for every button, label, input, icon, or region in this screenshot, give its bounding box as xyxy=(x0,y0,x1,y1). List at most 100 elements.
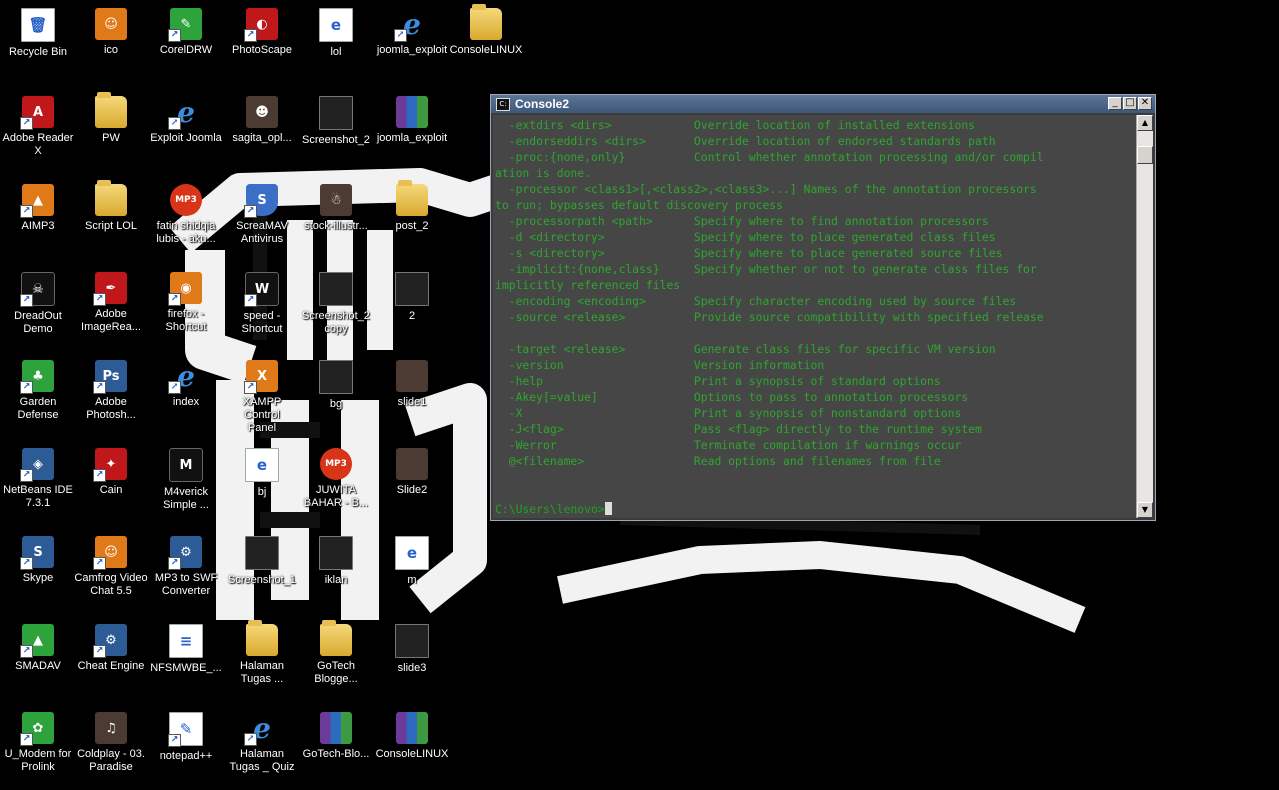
console-window[interactable]: C: Console2 _ □ ✕ -extdirs <dirs> Overri… xyxy=(490,94,1156,521)
desktop-icon[interactable]: ☺ ↗ Camfrog Video Chat 5.5 xyxy=(73,530,149,614)
desktop-icon[interactable]: MP3 fatin shidqia lubis - aku... xyxy=(148,178,224,262)
desktop-icon[interactable]: ◉ ↗ firefox - Shortcut xyxy=(148,266,224,350)
desktop-icon[interactable]: ▲ ↗ SMADAV xyxy=(0,618,76,702)
desktop-icon[interactable]: S ↗ Skype xyxy=(0,530,76,614)
ico-icon: ☺ xyxy=(95,8,127,40)
ie-link-icon: e ↗ xyxy=(168,96,202,130)
desktop-icon[interactable]: PW xyxy=(73,90,149,174)
maximize-button[interactable]: □ xyxy=(1123,97,1137,110)
html-file-icon: e xyxy=(395,536,429,570)
image-file-icon: ☃ xyxy=(320,184,352,216)
desktop-icon-label: SMADAV xyxy=(15,660,61,672)
desktop-icon[interactable]: e lol xyxy=(298,2,374,86)
scroll-thumb[interactable] xyxy=(1137,146,1153,164)
desktop-icon[interactable]: ✎ ↗ notepad++ xyxy=(148,706,224,790)
desktop-icon[interactable]: joomla_exploit xyxy=(374,90,450,174)
console-titlebar[interactable]: C: Console2 _ □ ✕ xyxy=(491,95,1155,113)
desktop-icon[interactable]: 🗑 Recycle Bin xyxy=(0,2,76,86)
m4verick-icon: M xyxy=(169,448,203,482)
console-line: @<filename> Read options and filenames f… xyxy=(508,454,941,468)
desktop-icon-label: Camfrog Video Chat 5.5 xyxy=(74,572,148,597)
folder-icon xyxy=(320,620,352,656)
desktop-icon[interactable]: ☠ ↗ DreadOut Demo xyxy=(0,266,76,350)
desktop-icon[interactable]: M M4verick Simple ... xyxy=(148,442,224,526)
desktop-icon[interactable]: e ↗ index xyxy=(148,354,224,438)
minimize-button[interactable]: _ xyxy=(1108,97,1122,110)
desktop-icon[interactable]: ◐ ↗ PhotoScape xyxy=(224,2,300,86)
desktop-icon[interactable]: em xyxy=(374,530,450,614)
scroll-up-arrow-icon[interactable]: ▲ xyxy=(1137,115,1153,131)
desktop-icon[interactable]: Ps ↗ Adobe Photosh... xyxy=(73,354,149,438)
shortcut-arrow-icon: ↗ xyxy=(168,381,181,394)
desktop-icon-label: NetBeans IDE 7.3.1 xyxy=(3,484,73,509)
desktop-icon-label: XAMPP Control Panel xyxy=(242,396,282,434)
desktop-icon[interactable]: ♫ Coldplay - 03. Paradise xyxy=(73,706,149,790)
desktop-icon[interactable]: A ↗ Adobe Reader X xyxy=(0,90,76,174)
shortcut-arrow-icon: ↗ xyxy=(394,29,407,42)
desktop-icon[interactable]: ▲ ↗ AIMP3 xyxy=(0,178,76,262)
desktop-icon[interactable]: ≡ NFSMWBE_... xyxy=(148,618,224,702)
desktop-icon[interactable]: W ↗ speed - Shortcut xyxy=(224,266,300,350)
desktop-icon[interactable]: Slide2 xyxy=(374,442,450,526)
desktop-icon[interactable]: X ↗ XAMPP Control Panel xyxy=(224,354,300,438)
desktop-icon[interactable]: slide1 xyxy=(374,354,450,438)
desktop-icon-label: lol xyxy=(330,46,342,58)
desktop-icon[interactable]: ConsoleLINUX xyxy=(374,706,450,790)
scroll-down-arrow-icon[interactable]: ▼ xyxy=(1137,502,1153,518)
desktop-icon[interactable]: ConsoleLINUX xyxy=(448,2,524,86)
desktop-icon[interactable]: ✿ ↗ U_Modem for Prolink xyxy=(0,706,76,790)
console-line: -processorpath <path> Specify where to f… xyxy=(508,214,989,228)
desktop-icon[interactable]: ☻ sagita_opl... xyxy=(224,90,300,174)
console-line: ation is done. xyxy=(495,166,592,180)
shortcut-arrow-icon: ↗ xyxy=(93,381,106,394)
desktop-icon[interactable]: ✒ ↗ Adobe ImageRea... xyxy=(73,266,149,350)
desktop-icon-label: bg xyxy=(329,398,343,410)
desktop-icon[interactable]: Halaman Tugas ... xyxy=(224,618,300,702)
desktop-icon[interactable]: e ↗ Exploit Joomla xyxy=(148,90,224,174)
desktop-icon[interactable]: Screenshot_2 xyxy=(298,90,374,174)
desktop-icon[interactable]: ✎ ↗ CorelDRW xyxy=(148,2,224,86)
desktop-icon[interactable]: ◈ ↗ NetBeans IDE 7.3.1 xyxy=(0,442,76,526)
desktop-icon[interactable]: slide3 xyxy=(374,618,450,702)
netbeans-icon: ◈ ↗ xyxy=(20,448,54,482)
desktop-icon-label: Cain xyxy=(99,484,123,496)
desktop-icon[interactable]: e ↗ Halaman Tugas _ Quiz xyxy=(224,706,300,790)
desktop-icon[interactable]: e ↗ joomla_exploit xyxy=(374,2,450,86)
desktop-icon[interactable]: Script LOL xyxy=(73,178,149,262)
close-button[interactable]: ✕ xyxy=(1138,97,1152,110)
desktop-icon[interactable]: iklan xyxy=(298,530,374,614)
desktop-icon-label: GoTech-Blo... xyxy=(302,748,370,760)
vertical-scrollbar[interactable]: ▲ ▼ xyxy=(1136,115,1153,518)
folder-icon xyxy=(246,620,278,656)
desktop-icon-label: Skype xyxy=(22,572,54,584)
console-output[interactable]: -extdirs <dirs> Override location of ins… xyxy=(493,115,1136,518)
desktop-icon-label: Adobe Reader X xyxy=(2,132,74,157)
desktop-icon-label: JUWITA BAHAR - B... xyxy=(303,484,369,509)
desktop-icon[interactable]: post_2 xyxy=(374,178,450,262)
console-line: -source <release> Provide source compati… xyxy=(508,310,1044,324)
desktop-icon[interactable]: ✦ ↗ Cain xyxy=(73,442,149,526)
desktop-icon[interactable]: ♣ ↗ Garden Defense xyxy=(0,354,76,438)
desktop-icon[interactable]: GoTech-Blo... xyxy=(298,706,374,790)
desktop-icon[interactable]: 2 xyxy=(374,266,450,350)
image-file-icon xyxy=(395,624,429,658)
desktop-icon[interactable]: ☺ ico xyxy=(73,2,149,86)
desktop-icon[interactable]: Screenshot_2 copy xyxy=(298,266,374,350)
desktop-icon[interactable]: MP3 JUWITA BAHAR - B... xyxy=(298,442,374,526)
desktop-icon-label: Adobe ImageRea... xyxy=(81,308,141,333)
skype-icon: S ↗ xyxy=(20,536,54,570)
desktop-icon[interactable]: bg xyxy=(298,354,374,438)
aimp-icon: ▲ ↗ xyxy=(20,184,54,218)
console-line: -X Print a synopsis of nonstandard optio… xyxy=(508,406,962,420)
desktop-icon[interactable]: ⚙ ↗ Cheat Engine xyxy=(73,618,149,702)
desktop-icon[interactable]: S ↗ ScreaMAV Antivirus xyxy=(224,178,300,262)
shortcut-arrow-icon: ↗ xyxy=(20,205,33,218)
console-line: -proc:{none,only} Control whether annota… xyxy=(508,150,1044,164)
desktop-icon[interactable]: ⚙ ↗ MP3 to SWF Converter xyxy=(148,530,224,614)
document-icon: ≡ xyxy=(169,624,203,658)
desktop-icon[interactable]: e bj xyxy=(224,442,300,526)
desktop-icon[interactable]: GoTech Blogge... xyxy=(298,618,374,702)
desktop-icon[interactable]: ☃ stock-illustr... xyxy=(298,178,374,262)
desktop-icon[interactable]: Screenshot_1 xyxy=(224,530,300,614)
desktop-icon-label: m xyxy=(407,574,417,586)
